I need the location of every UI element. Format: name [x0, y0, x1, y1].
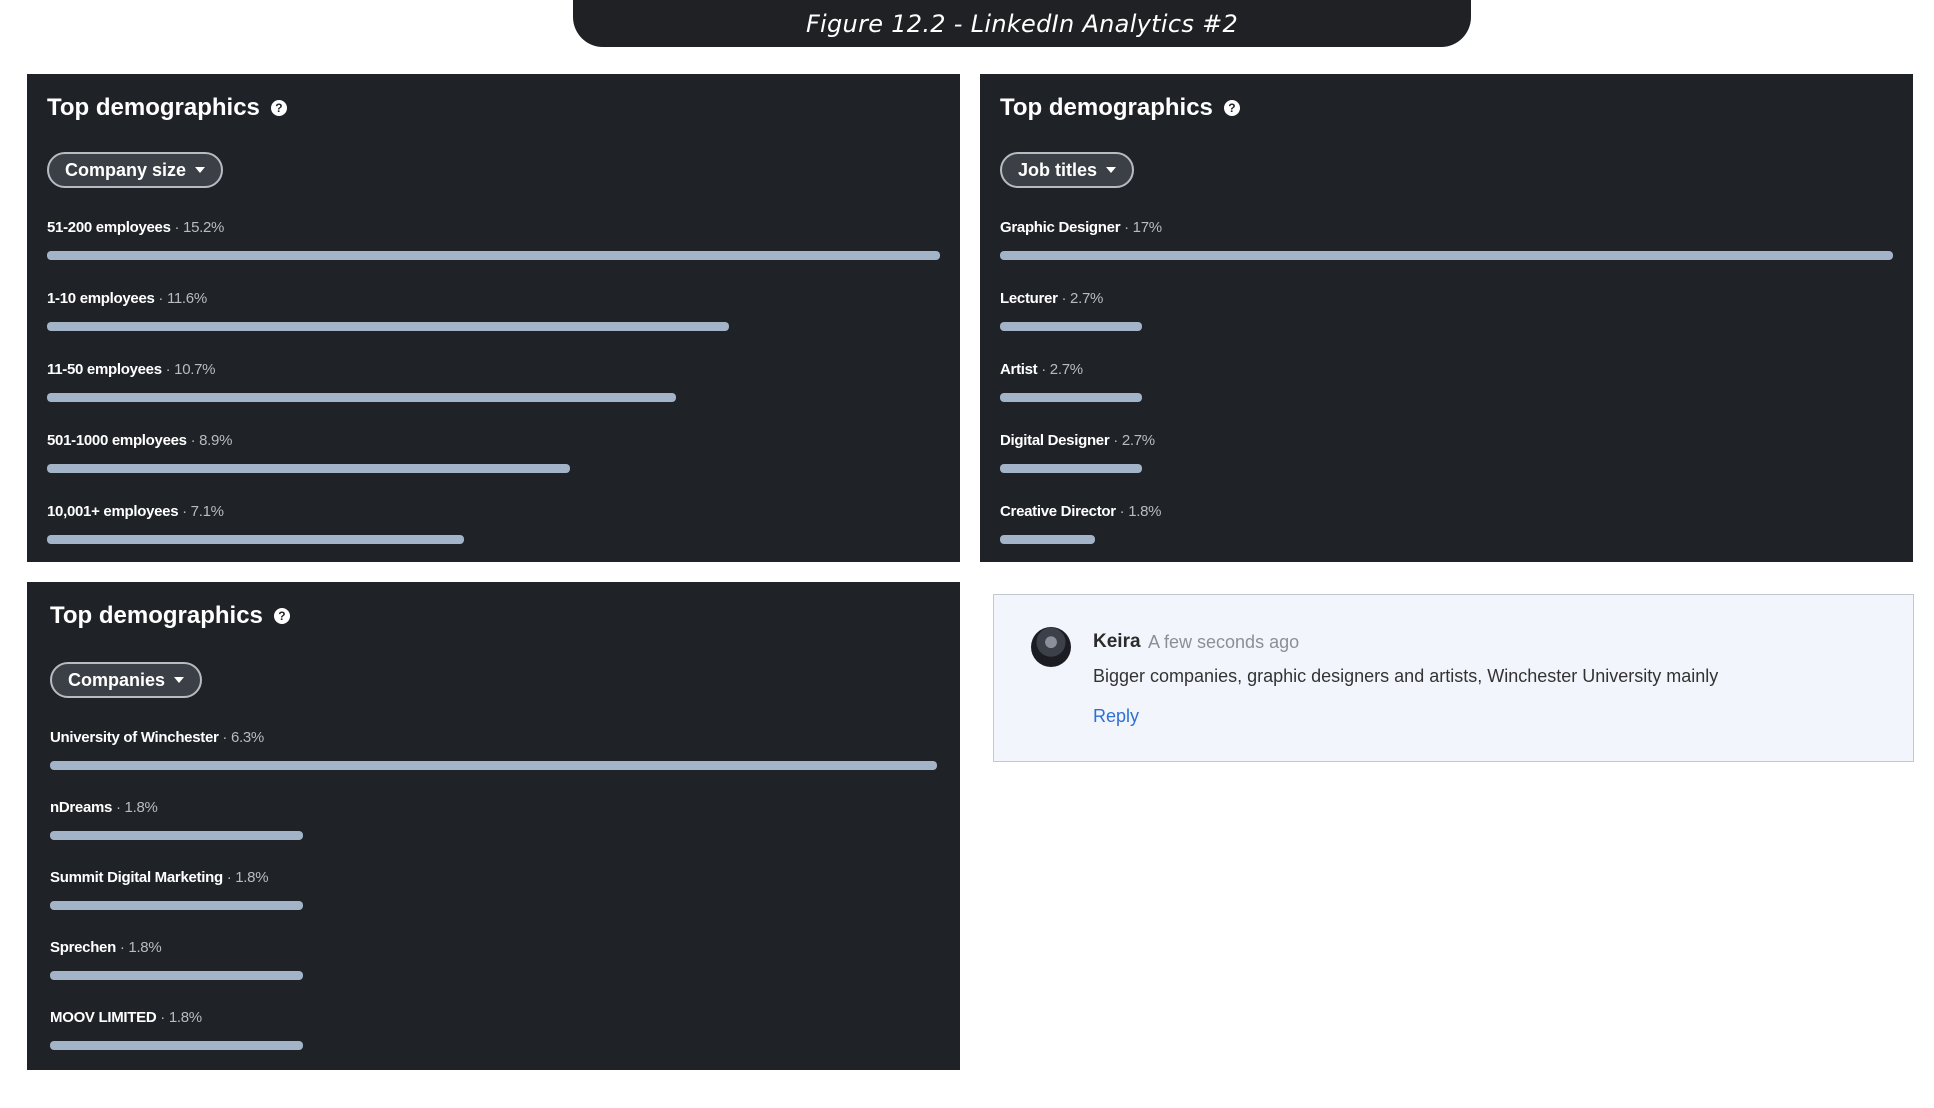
row-name: Sprechen [50, 939, 116, 956]
caret-down-icon [174, 677, 185, 683]
demographic-row: MOOV LIMITED · 1.8% [50, 1009, 937, 1050]
demographic-row: Lecturer · 2.7% [1000, 290, 1893, 331]
demographic-row: 501-1000 employees · 8.9% [47, 432, 940, 473]
demographic-row: 1-10 employees · 11.6% [47, 290, 940, 331]
dropdown-label: Companies [68, 669, 166, 690]
help-circle-icon[interactable]: ? [270, 100, 287, 116]
row-percent: · 17% [1120, 219, 1162, 236]
card-title-text: Top demographics [1000, 94, 1213, 121]
comment-timestamp: A few seconds ago [1148, 632, 1300, 652]
reply-link[interactable]: Reply [1093, 706, 1139, 727]
row-name: Lecturer [1000, 290, 1058, 307]
row-name: 1-10 employees [47, 290, 155, 307]
row-percent: · 1.8% [156, 1009, 202, 1026]
row-name: Graphic Designer [1000, 219, 1121, 236]
comment-author[interactable]: Keira [1093, 631, 1141, 653]
percent-bar [1000, 464, 1142, 473]
row-name: Creative Director [1000, 503, 1116, 520]
demographic-row: Digital Designer · 2.7% [1000, 432, 1893, 473]
demographic-type-dropdown[interactable]: Companies [50, 662, 203, 698]
row-percent: · 2.7% [1109, 432, 1155, 449]
caret-down-icon [195, 167, 206, 173]
demographic-row: Summit Digital Marketing · 1.8% [50, 869, 937, 910]
row-percent: · 15.2% [170, 219, 225, 236]
percent-bar [50, 761, 937, 770]
row-percent: · 11.6% [154, 290, 207, 307]
row-percent: · 10.7% [161, 361, 216, 378]
row-name: 11-50 employees [47, 361, 162, 378]
percent-bar [50, 901, 304, 910]
demographic-row: Sprechen · 1.8% [50, 939, 937, 980]
row-name: Summit Digital Marketing [50, 869, 223, 886]
demographics-card-job-titles: Top demographics ? Job titles Graphic De… [980, 74, 1913, 562]
demographic-row: nDreams · 1.8% [50, 799, 937, 840]
percent-bar [47, 322, 729, 331]
row-percent: · 1.8% [1115, 503, 1162, 520]
demographic-row: Graphic Designer · 17% [1000, 219, 1893, 260]
row-name: 501-1000 employees [47, 432, 187, 449]
card-title-text: Top demographics [47, 94, 260, 121]
demographic-row: Artist · 2.7% [1000, 361, 1893, 402]
help-circle-icon[interactable]: ? [1223, 100, 1240, 116]
demographic-type-dropdown[interactable]: Company size [47, 152, 224, 188]
percent-bar [50, 831, 304, 840]
card-title: Top demographics ? [1000, 94, 1240, 122]
comment-text: Bigger companies, graphic designers and … [1093, 666, 1719, 686]
row-percent: · 1.8% [222, 869, 269, 886]
row-percent: · 1.8% [112, 799, 158, 816]
demographic-row: 11-50 employees · 10.7% [47, 361, 940, 402]
row-name: Digital Designer [1000, 432, 1110, 449]
help-circle-icon[interactable]: ? [273, 608, 290, 624]
row-percent: · 7.1% [178, 503, 224, 520]
caret-down-icon [1106, 167, 1117, 173]
card-title-text: Top demographics [50, 602, 263, 629]
demographic-row: Creative Director · 1.8% [1000, 503, 1893, 544]
row-name: 10,001+ employees [47, 503, 179, 520]
row-percent: · 8.9% [186, 432, 233, 449]
demographic-row: University of Winchester · 6.3% [50, 729, 937, 770]
row-name: nDreams [50, 799, 113, 816]
dropdown-label: Company size [65, 159, 187, 180]
percent-bar [1000, 535, 1095, 544]
percent-bar [1000, 322, 1142, 331]
percent-bar [1000, 251, 1893, 260]
demographic-row: 51-200 employees · 15.2% [47, 219, 940, 260]
row-percent: · 2.7% [1037, 361, 1083, 378]
demographic-type-dropdown[interactable]: Job titles [1000, 152, 1135, 188]
dropdown-label: Job titles [1018, 159, 1098, 180]
percent-bar [50, 971, 304, 980]
row-name: University of Winchester [50, 729, 219, 746]
percent-bar [47, 535, 465, 544]
percent-bar [47, 464, 570, 473]
avatar[interactable] [1031, 627, 1071, 667]
row-percent: · 6.3% [218, 729, 264, 746]
row-percent: · 1.8% [115, 939, 162, 956]
row-name: Artist [1000, 361, 1038, 378]
row-percent: · 2.7% [1057, 290, 1104, 307]
percent-bar [1000, 393, 1142, 402]
percent-bar [50, 1041, 304, 1050]
percent-bar [47, 393, 676, 402]
row-name: 51-200 employees [47, 219, 171, 236]
figure-caption: Figure 12.2 - LinkedIn Analytics #2 [573, 0, 1471, 47]
percent-bar [47, 251, 940, 260]
demographics-card-company-size: Top demographics ? Company size 51-200 e… [27, 74, 960, 562]
card-title: Top demographics ? [50, 602, 290, 630]
comment-card: Keira A few seconds ago Bigger companies… [993, 594, 1914, 762]
demographic-row: 10,001+ employees · 7.1% [47, 503, 940, 544]
row-name: MOOV LIMITED [50, 1009, 157, 1026]
card-title: Top demographics ? [47, 94, 287, 122]
demographics-card-companies: Top demographics ? Companies University … [27, 582, 960, 1070]
